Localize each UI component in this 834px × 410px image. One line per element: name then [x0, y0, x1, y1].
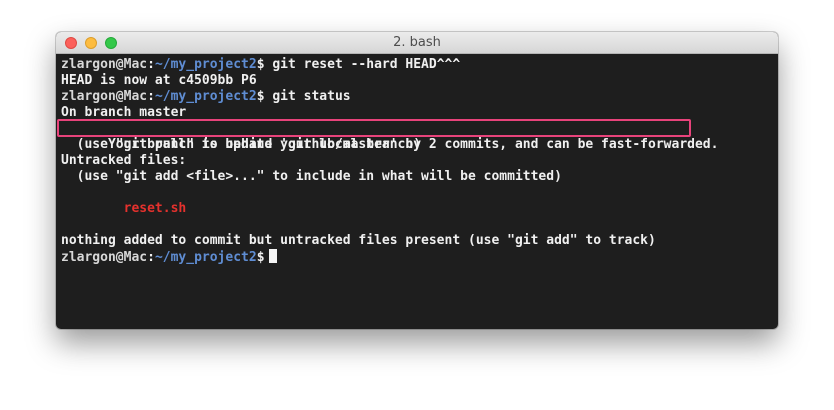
terminal-output[interactable]: zlargon@Mac:~/my_project2$ git reset --h…: [57, 57, 778, 329]
title-bar[interactable]: 2. bash: [56, 32, 778, 54]
output-head-reset: HEAD is now at c4509bb P6: [61, 73, 257, 88]
output-branch-behind: Your branch is behind 'github/master' by…: [107, 137, 719, 152]
prompt-separator: :: [147, 57, 155, 72]
prompt-at: @: [115, 57, 124, 72]
terminal-cursor[interactable]: [268, 249, 277, 263]
window-title: 2. bash: [393, 35, 441, 50]
prompt-dollar: $: [256, 250, 265, 265]
prompt-path: ~/my_project2: [154, 250, 257, 265]
prompt-at: @: [115, 250, 124, 265]
prompt-path: ~/my_project2: [154, 89, 257, 104]
prompt-dollar: $: [256, 57, 265, 72]
prompt-host: Mac: [123, 250, 148, 265]
output-nothing-added: nothing added to commit but untracked fi…: [61, 233, 656, 248]
prompt-user: zlargon: [61, 57, 116, 72]
untracked-file-name: reset.sh: [123, 201, 187, 216]
prompt-host: Mac: [123, 89, 148, 104]
command-git-reset: git reset --hard HEAD^^^: [264, 57, 461, 72]
output-untracked-header: Untracked files:: [61, 153, 187, 168]
terminal-window: 2. bash zlargon@Mac:~/my_project2$ git r…: [56, 32, 778, 329]
output-add-hint: (use "git add <file>..." to include in w…: [61, 169, 562, 184]
prompt-host: Mac: [123, 57, 148, 72]
prompt-line: zlargon@Mac:~/my_project2$ git reset --h…: [61, 57, 778, 73]
prompt-path: ~/my_project2: [154, 57, 257, 72]
highlight-box: [57, 119, 691, 137]
prompt-separator: :: [147, 89, 155, 104]
untracked-file-line: reset.sh: [61, 201, 778, 217]
highlighted-line: Your branch is behind 'github/master' by…: [57, 119, 778, 152]
prompt-at: @: [115, 89, 124, 104]
prompt-separator: :: [147, 250, 155, 265]
output-branch: On branch master: [61, 105, 187, 120]
prompt-dollar: $: [256, 89, 265, 104]
prompt-user: zlargon: [61, 89, 116, 104]
prompt-line: zlargon@Mac:~/my_project2$ git status: [61, 89, 778, 105]
command-git-status: git status: [264, 89, 351, 104]
prompt-user: zlargon: [61, 250, 116, 265]
prompt-line: zlargon@Mac:~/my_project2$: [61, 249, 778, 265]
